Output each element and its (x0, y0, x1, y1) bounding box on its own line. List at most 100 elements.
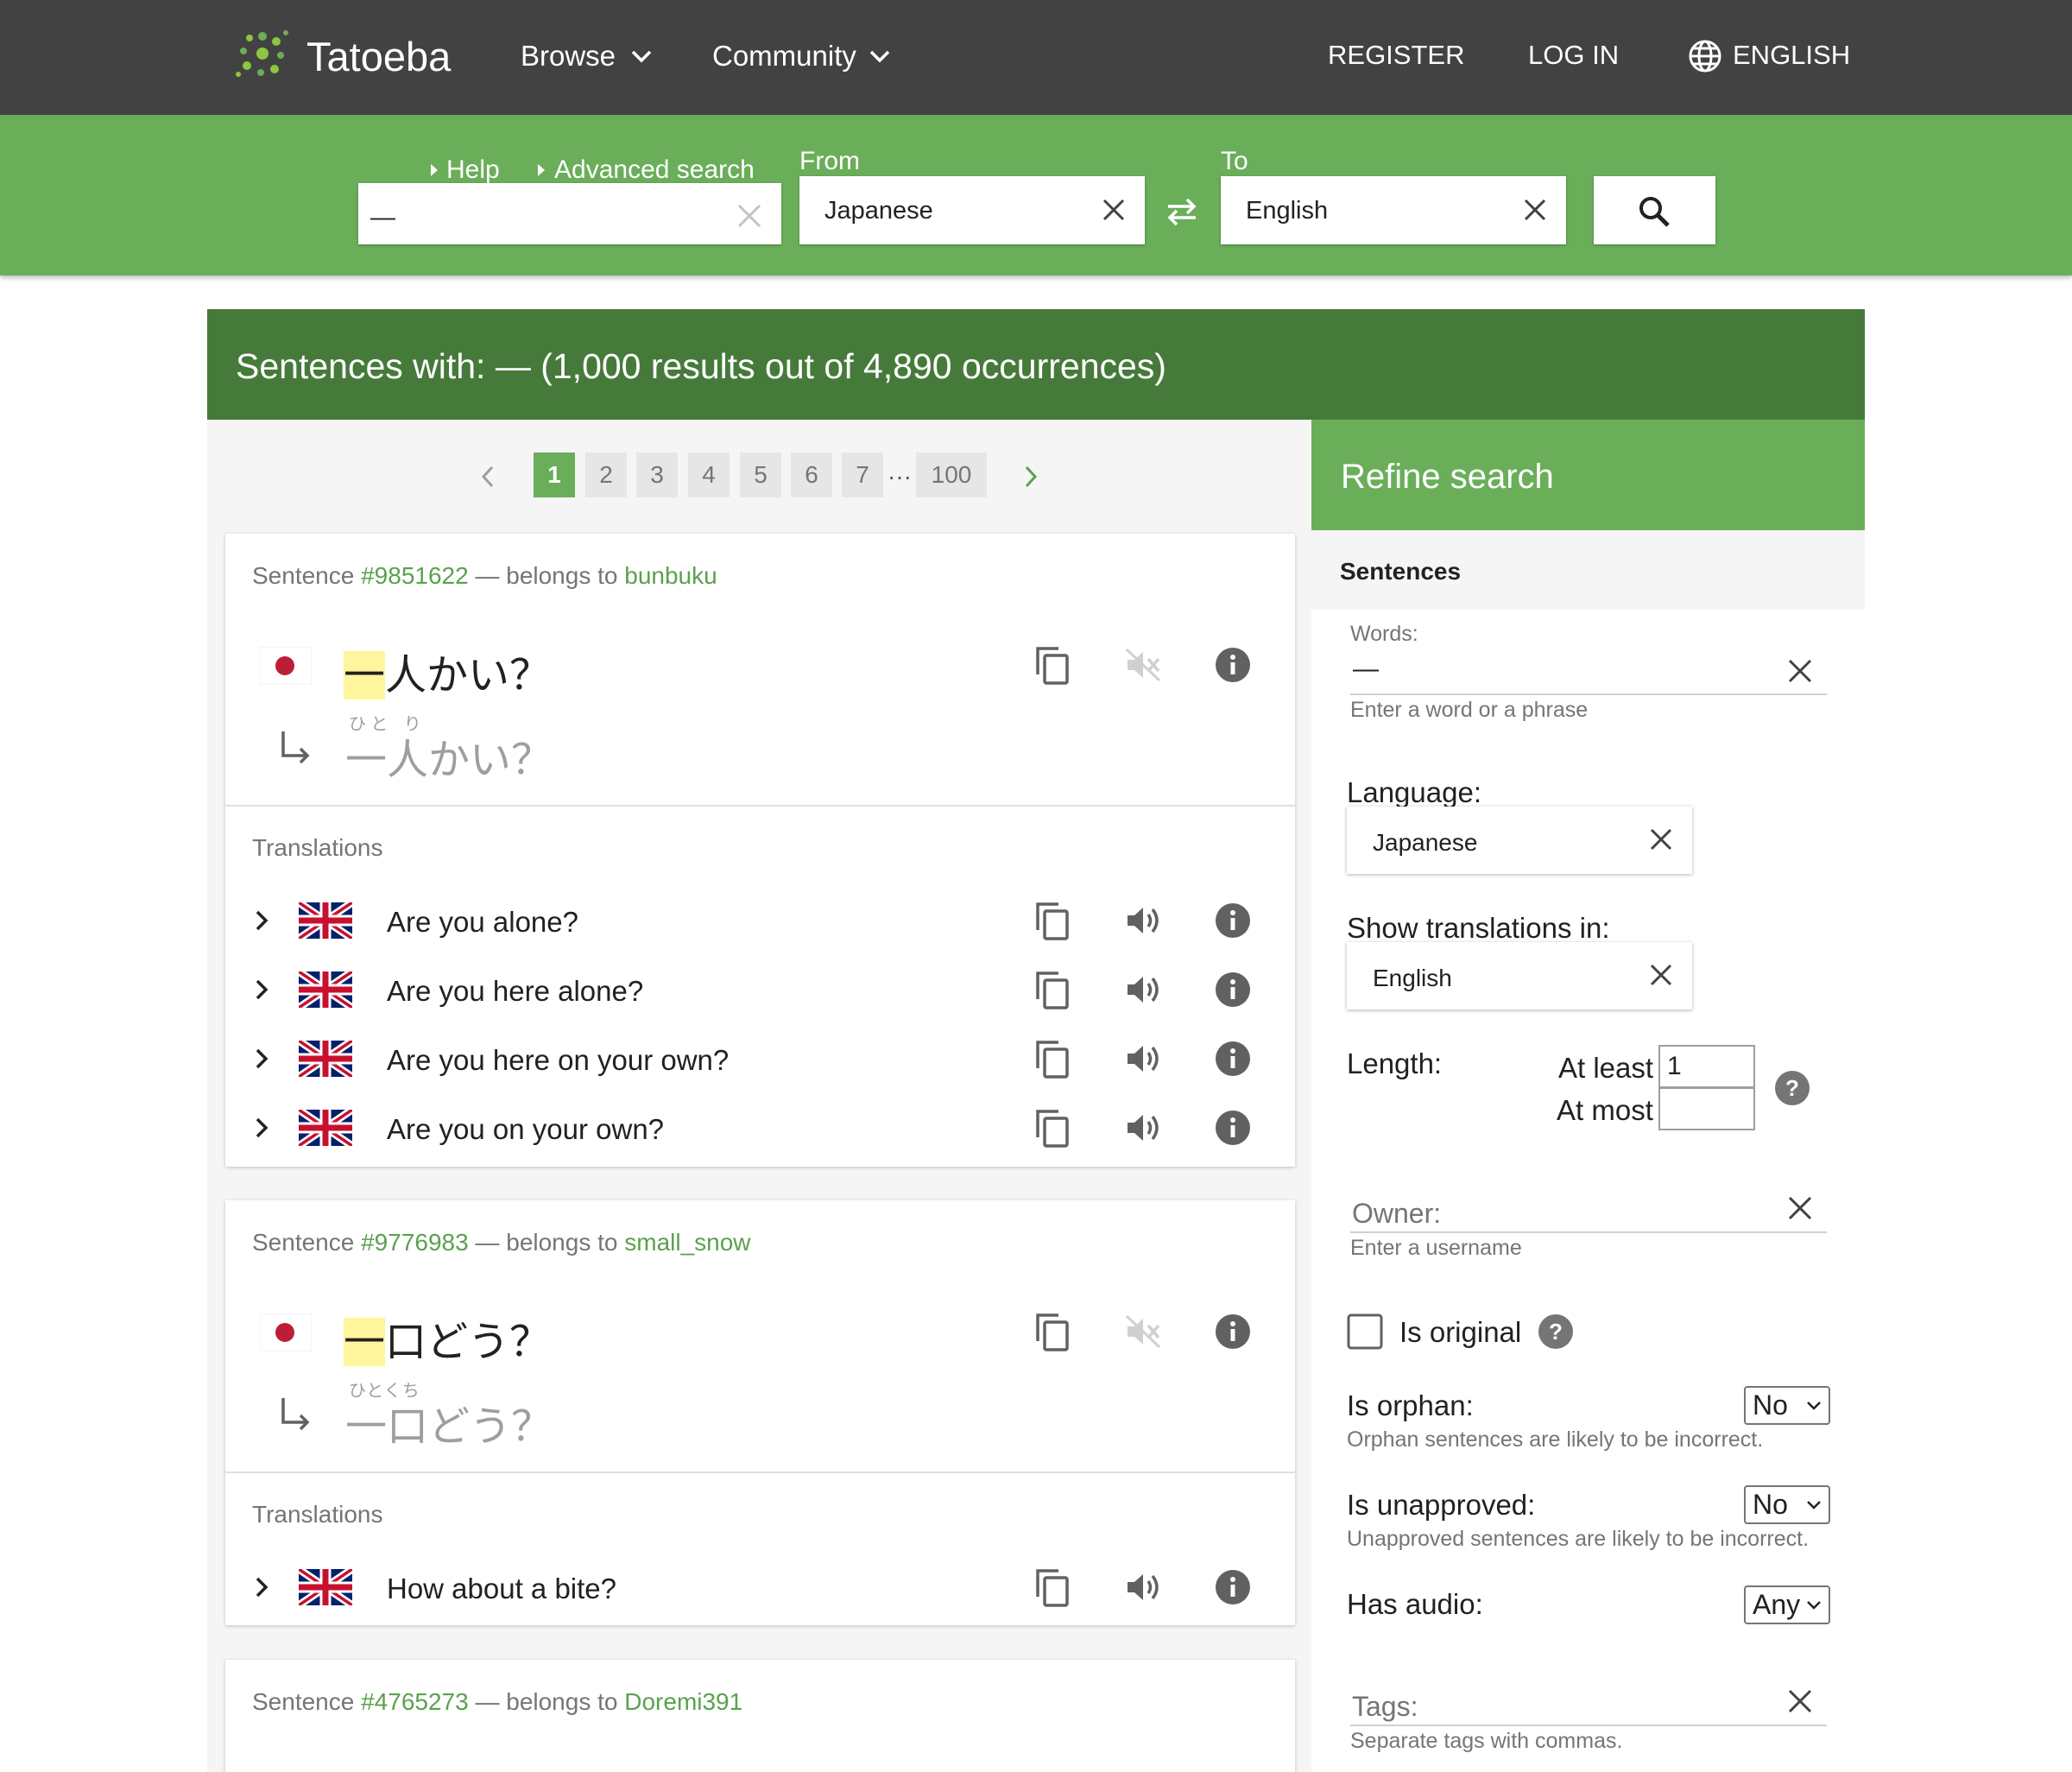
sentence-meta: Sentence #4765273 — belongs to Doremi391 (252, 1688, 742, 1716)
copy-icon[interactable] (1034, 1312, 1071, 1353)
translation-text[interactable]: Are you here alone? (387, 975, 643, 1008)
info-icon[interactable] (1215, 1313, 1251, 1350)
at-least-label: At least (1558, 1052, 1654, 1084)
close-icon[interactable] (1649, 827, 1673, 851)
chevron-right-icon[interactable] (254, 978, 269, 1002)
info-icon[interactable] (1215, 902, 1251, 939)
has-audio-value: Any (1753, 1589, 1801, 1620)
search-button[interactable] (1594, 176, 1715, 244)
search-input[interactable]: — (358, 183, 781, 244)
language-value[interactable]: Japanese (1373, 829, 1477, 857)
login-link[interactable]: LOG IN (1528, 41, 1619, 68)
at-least-input[interactable]: 1 (1658, 1045, 1755, 1088)
language-field[interactable]: Japanese (1347, 807, 1692, 874)
language-selector[interactable]: ENGLISH (1733, 41, 1850, 68)
translation-text[interactable]: Are you alone? (387, 906, 578, 939)
browse-menu[interactable]: Browse (521, 41, 616, 70)
page-6[interactable]: 6 (791, 452, 832, 497)
copy-icon[interactable] (1034, 901, 1071, 942)
page-7[interactable]: 7 (842, 452, 883, 497)
info-icon[interactable] (1215, 1041, 1251, 1077)
chevron-right-icon[interactable] (1023, 465, 1039, 489)
owner-link[interactable]: bunbuku (624, 562, 717, 589)
page-last[interactable]: 100 (916, 452, 987, 497)
at-most-input[interactable] (1658, 1087, 1755, 1130)
copy-icon[interactable] (1034, 970, 1071, 1011)
translation-text[interactable]: Are you here on your own? (387, 1044, 729, 1077)
info-icon[interactable] (1215, 971, 1251, 1008)
page-2[interactable]: 2 (585, 452, 627, 497)
show-translations-field[interactable]: English (1347, 942, 1692, 1009)
audio-icon[interactable] (1125, 903, 1161, 938)
sentence-id-link[interactable]: #4765273 (361, 1688, 469, 1715)
copy-icon[interactable] (1034, 645, 1071, 687)
from-language-value[interactable]: Japanese (824, 197, 933, 225)
info-icon[interactable] (1215, 1110, 1251, 1146)
sentence-id-link[interactable]: #9851622 (361, 562, 469, 589)
tags-input[interactable]: Tags: (1352, 1691, 1418, 1723)
search-icon[interactable] (1637, 194, 1671, 229)
to-label: To (1221, 147, 1248, 175)
is-unapproved-select[interactable]: No (1744, 1485, 1830, 1524)
words-input[interactable]: — (1353, 655, 1379, 684)
help-link[interactable]: Help (446, 157, 500, 183)
chevron-right-icon[interactable] (254, 1575, 269, 1599)
close-icon[interactable] (1649, 963, 1673, 987)
swap-icon[interactable] (1165, 197, 1199, 226)
owner-input[interactable]: Owner: (1352, 1198, 1441, 1230)
advanced-search-link[interactable]: Advanced search (554, 157, 755, 183)
brand-name[interactable]: Tatoeba (306, 36, 451, 77)
sentence-id-link[interactable]: #9776983 (361, 1229, 469, 1256)
chevron-right-icon[interactable] (254, 1116, 269, 1140)
translation-text[interactable]: How about a bite? (387, 1573, 616, 1605)
uk-flag-icon (299, 1041, 352, 1077)
globe-icon[interactable] (1688, 39, 1722, 73)
to-language-value[interactable]: English (1246, 197, 1328, 225)
from-language-field[interactable]: Japanese (799, 176, 1145, 244)
uk-flag-icon (299, 1110, 352, 1146)
checkbox-icon[interactable] (1347, 1313, 1383, 1350)
copy-icon[interactable] (1034, 1567, 1071, 1609)
owner-link[interactable]: small_snow (624, 1229, 750, 1256)
close-icon[interactable] (1102, 198, 1126, 222)
sentence-text[interactable]: 一人かい？ (344, 641, 551, 701)
chevron-down-icon[interactable] (869, 48, 891, 64)
is-original-label[interactable]: Is original (1399, 1316, 1521, 1349)
copy-icon[interactable] (1034, 1108, 1071, 1149)
close-icon[interactable] (1787, 658, 1813, 684)
chevron-left-icon[interactable] (480, 465, 496, 489)
to-language-field[interactable]: English (1221, 176, 1566, 244)
audio-icon[interactable] (1125, 1041, 1161, 1076)
info-icon[interactable] (1215, 647, 1251, 683)
help-icon[interactable]: ? (1774, 1070, 1810, 1106)
audio-icon[interactable] (1125, 1570, 1161, 1604)
register-link[interactable]: REGISTER (1328, 41, 1464, 68)
close-icon[interactable] (1523, 198, 1547, 222)
copy-icon[interactable] (1034, 1039, 1071, 1080)
chevron-down-icon[interactable] (630, 48, 653, 64)
info-icon[interactable] (1215, 1569, 1251, 1605)
page-4[interactable]: 4 (688, 452, 730, 497)
close-icon[interactable] (1787, 1195, 1813, 1221)
audio-off-icon (1125, 1314, 1161, 1349)
help-icon[interactable]: ? (1538, 1313, 1574, 1350)
translation-text[interactable]: Are you on your own? (387, 1113, 664, 1146)
chevron-right-icon[interactable] (254, 1047, 269, 1071)
audio-off-icon (1125, 648, 1161, 682)
is-orphan-select[interactable]: No (1744, 1386, 1830, 1425)
close-icon[interactable] (736, 203, 762, 229)
page-5[interactable]: 5 (740, 452, 781, 497)
search-query[interactable]: — (370, 204, 395, 232)
owner-link[interactable]: Doremi391 (624, 1688, 742, 1715)
show-translations-value[interactable]: English (1373, 965, 1452, 992)
logo-icon[interactable] (235, 26, 290, 81)
close-icon[interactable] (1787, 1688, 1813, 1714)
page-1[interactable]: 1 (534, 452, 575, 497)
sentence-text[interactable]: 一口どう？ (344, 1307, 551, 1368)
chevron-right-icon[interactable] (254, 908, 269, 933)
audio-icon[interactable] (1125, 1111, 1161, 1145)
page-3[interactable]: 3 (636, 452, 678, 497)
has-audio-select[interactable]: Any (1744, 1585, 1830, 1624)
audio-icon[interactable] (1125, 972, 1161, 1007)
community-menu[interactable]: Community (712, 41, 856, 70)
